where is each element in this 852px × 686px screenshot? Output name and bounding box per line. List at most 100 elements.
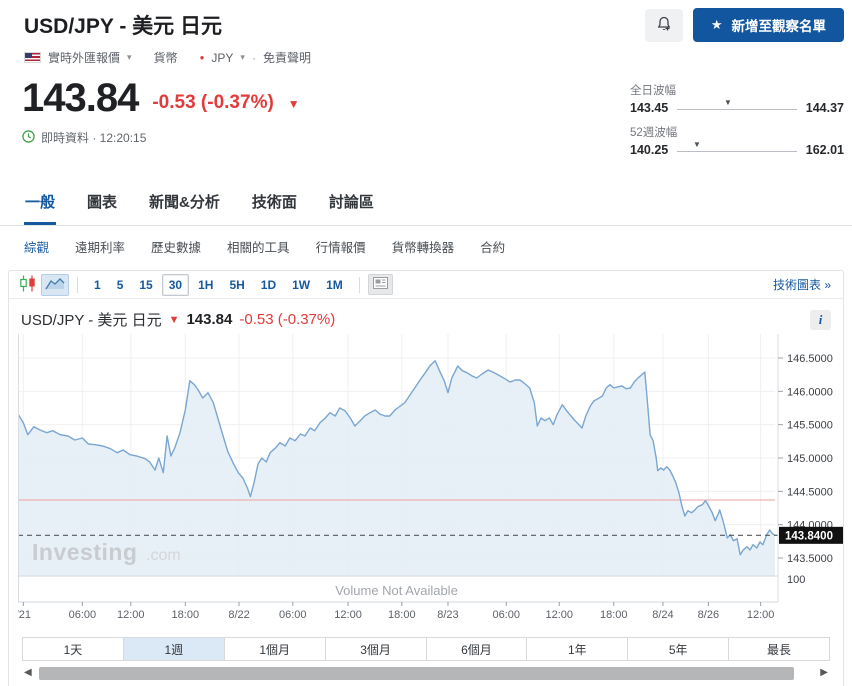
svg-text:Volume Not Available: Volume Not Available: [335, 583, 458, 598]
scrollbar-thumb[interactable]: [39, 667, 794, 680]
svg-text:Investing: Investing: [32, 539, 137, 565]
sub-tabs: 綜觀 遠期利率 歷史數據 相關的工具 行情報價 貨幣轉換器 合約: [0, 226, 852, 258]
interval-1h[interactable]: 1H: [191, 274, 220, 296]
down-triangle-icon[interactable]: ▼: [288, 97, 300, 116]
daily-range: 全日波幅 143.45 ▼ 144.37: [630, 82, 844, 115]
candlestick-chart-button[interactable]: [15, 274, 41, 296]
us-flag-icon: [24, 52, 41, 63]
bell-plus-icon: [656, 16, 672, 35]
news-layout-icon: [373, 277, 388, 292]
svg-text:100: 100: [787, 574, 805, 586]
breadcrumb-currency[interactable]: JPY: [211, 51, 233, 65]
chevron-down-icon: ▾: [240, 52, 245, 63]
subtab-quotes[interactable]: 行情報價: [316, 237, 366, 256]
legend-change: -0.53 (-0.37%): [239, 311, 335, 328]
chart-toolbar: 1 5 15 30 1H 5H 1D 1W 1M 技術圖表 »: [9, 271, 843, 299]
time-range-buttons: 1天 1週 1個月 3個月 6個月 1年 5年 最長: [22, 637, 830, 661]
svg-text:145.5000: 145.5000: [787, 420, 833, 432]
tab-technical[interactable]: 技術面: [251, 182, 298, 225]
svg-text:06:00: 06:00: [279, 609, 307, 621]
interval-15[interactable]: 15: [132, 274, 159, 296]
week52-range-high: 162.01: [806, 143, 844, 157]
technical-chart-link[interactable]: 技術圖表 »: [773, 276, 835, 293]
price-alert-button[interactable]: [645, 9, 683, 42]
interval-30[interactable]: 30: [162, 274, 189, 296]
disclaimer-link[interactable]: 免責聲明: [263, 49, 311, 66]
svg-text:12:00: 12:00: [334, 609, 362, 621]
subtab-forward-rates[interactable]: 遠期利率: [75, 237, 125, 256]
svg-text:144.5000: 144.5000: [787, 486, 833, 498]
range-5years[interactable]: 5年: [628, 637, 729, 661]
week52-range-low: 140.25: [630, 143, 668, 157]
interval-1[interactable]: 1: [87, 274, 108, 296]
interval-5[interactable]: 5: [110, 274, 131, 296]
week52-range-track: ▼: [677, 144, 797, 156]
range-max[interactable]: 最長: [729, 637, 830, 661]
breadcrumb-market[interactable]: 實時外匯報價: [48, 49, 120, 66]
chart-legend: USD/JPY - 美元 日元 ▼ 143.84 -0.53 (-0.37%) …: [9, 299, 843, 332]
daily-range-high: 144.37: [806, 101, 844, 115]
interval-5h[interactable]: 5H: [222, 274, 251, 296]
range-1week[interactable]: 1週: [124, 637, 225, 661]
breadcrumb-category[interactable]: 貨幣: [154, 49, 178, 66]
quote-section: 143.84 -0.53 (-0.37%) ▼ 即時資料 · 12:20:15 …: [0, 66, 852, 166]
dot-separator: ·: [252, 51, 256, 65]
subtab-overview[interactable]: 綜觀: [24, 237, 49, 256]
page-header: USD/JPY - 美元 日元 ★ 新增至觀察名單: [0, 0, 852, 42]
last-price: 143.84: [22, 80, 138, 116]
tab-discussion[interactable]: 討論區: [328, 182, 375, 225]
svg-text:12:00: 12:00: [117, 609, 145, 621]
svg-text:146.5000: 146.5000: [787, 353, 833, 365]
main-tabs: 一般 圖表 新聞&分析 技術面 討論區: [0, 182, 852, 226]
candlestick-icon: [19, 275, 37, 295]
down-arrow-icon: ▼: [169, 314, 180, 326]
daily-range-low: 143.45: [630, 101, 668, 115]
info-icon[interactable]: i: [810, 310, 831, 330]
chevron-down-icon: ▾: [127, 52, 132, 63]
red-dot-icon: ●: [200, 53, 205, 62]
svg-text:06:00: 06:00: [492, 609, 520, 621]
svg-text:12:00: 12:00: [545, 609, 573, 621]
breadcrumb: 實時外匯報價 ▾ 貨幣 ● JPY ▾ · 免責聲明: [0, 42, 852, 66]
ranges-panel: 全日波幅 143.45 ▼ 144.37 52週波幅 140.25 ▼: [630, 80, 844, 166]
svg-text:18:00: 18:00: [388, 609, 416, 621]
add-to-watchlist-button[interactable]: ★ 新增至觀察名單: [693, 8, 844, 42]
tab-chart[interactable]: 圖表: [86, 182, 118, 225]
clock-icon: [22, 130, 35, 146]
svg-text:145.0000: 145.0000: [787, 453, 833, 465]
svg-text:8/23: 8/23: [437, 609, 458, 621]
chart-scrollbar: ◀ ▶: [22, 666, 830, 680]
area-chart-icon: [45, 276, 65, 293]
range-3months[interactable]: 3個月: [326, 637, 427, 661]
interval-1d[interactable]: 1D: [254, 274, 283, 296]
svg-text:146.0000: 146.0000: [787, 386, 833, 398]
range-1day[interactable]: 1天: [22, 637, 124, 661]
price-chart[interactable]: Investing.com146.5000146.0000145.5000145…: [18, 334, 835, 631]
subtab-related-tools[interactable]: 相關的工具: [227, 237, 290, 256]
scroll-right-icon[interactable]: ▶: [818, 666, 830, 680]
range-1year[interactable]: 1年: [527, 637, 628, 661]
week52-range-marker: ▼: [693, 141, 701, 148]
subtab-contracts[interactable]: 合約: [480, 237, 505, 256]
svg-text:143.8400: 143.8400: [785, 530, 833, 542]
week52-range: 52週波幅 140.25 ▼ 162.01: [630, 124, 844, 157]
scroll-left-icon[interactable]: ◀: [22, 666, 34, 680]
svg-text:18:00: 18:00: [172, 609, 200, 621]
toolbar-divider: [77, 277, 78, 293]
chart-events-button[interactable]: [368, 274, 393, 295]
interval-1m[interactable]: 1M: [319, 274, 350, 296]
area-chart-button[interactable]: [41, 274, 69, 296]
page-title: USD/JPY - 美元 日元: [24, 10, 222, 40]
svg-text:8/24: 8/24: [652, 609, 673, 621]
legend-price: 143.84: [186, 311, 232, 328]
subtab-historical-data[interactable]: 歷史數據: [151, 237, 201, 256]
range-1month[interactable]: 1個月: [225, 637, 326, 661]
tab-general[interactable]: 一般: [24, 182, 56, 225]
legend-symbol: USD/JPY - 美元 日元: [21, 309, 162, 330]
subtab-currency-converter[interactable]: 貨幣轉換器: [392, 237, 455, 256]
interval-1w[interactable]: 1W: [285, 274, 317, 296]
range-6months[interactable]: 6個月: [427, 637, 528, 661]
tab-news-analysis[interactable]: 新聞&分析: [148, 182, 221, 225]
scrollbar-track[interactable]: [39, 667, 814, 680]
svg-text:12:00: 12:00: [747, 609, 775, 621]
